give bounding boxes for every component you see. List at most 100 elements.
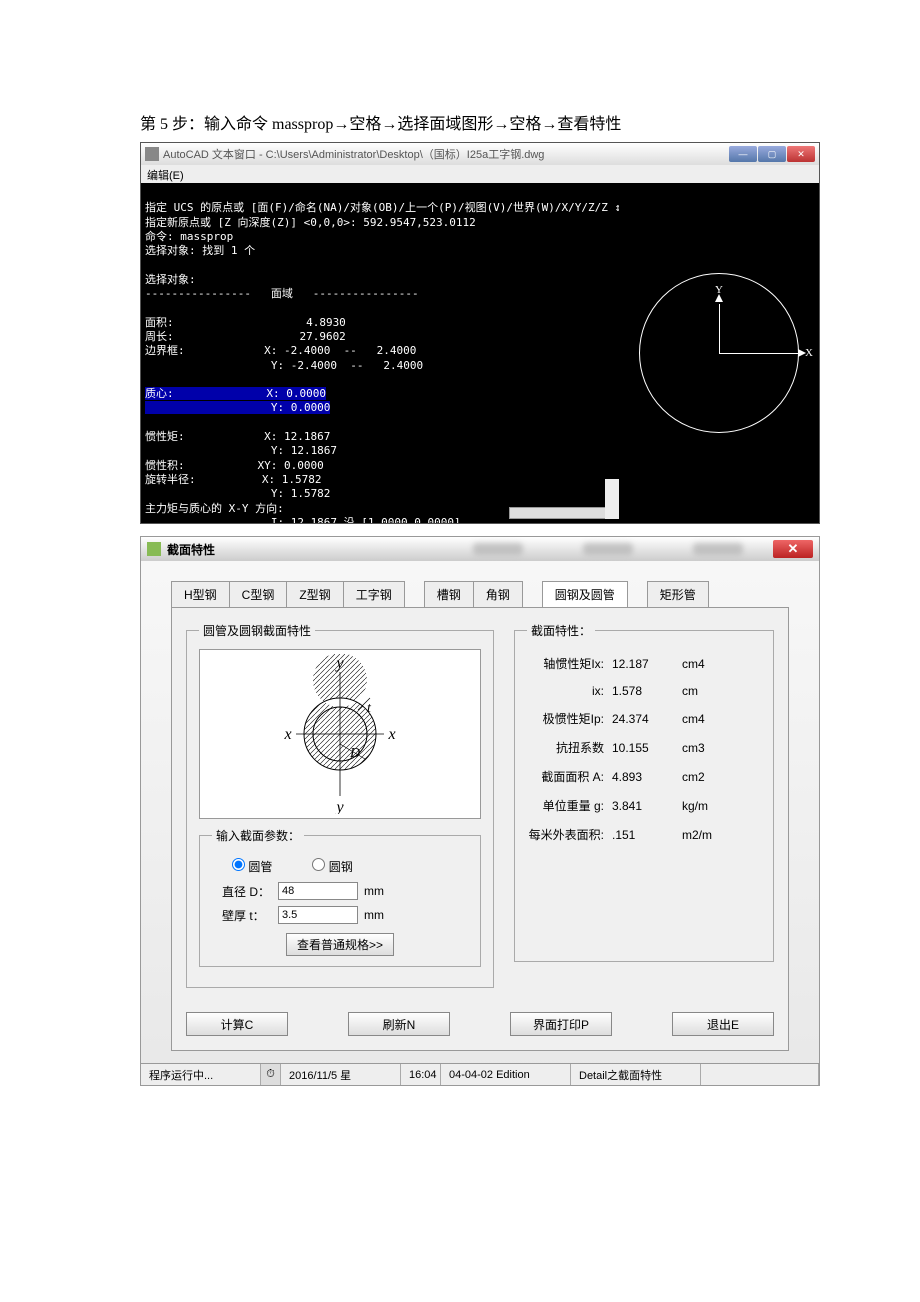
autocad-text-window: AutoCAD 文本窗口 - C:\Users\Administrator\De… [140,142,820,524]
status-date: 2016/11/5 星 [281,1064,401,1085]
property-row: ix: cm [527,678,761,704]
prop-value [612,770,682,784]
blurred-region [473,543,523,555]
radio-pipe-label: 圆管 [248,860,272,874]
exit-button[interactable]: 退出E [672,1012,774,1036]
prop-label: 每米外表面积: [527,826,612,843]
property-row: 截面面积 A: cm2 [527,762,761,791]
props-window-title: 截面特性 [167,541,443,558]
svg-text:x: x [387,726,395,743]
property-row: 抗扭系数 cm3 [527,733,761,762]
prop-unit: cm [682,684,732,698]
view-spec-button[interactable]: 查看普通规格>> [286,933,394,956]
blurred-region [693,543,743,555]
radio-was-solid[interactable]: 圆钢 [312,858,352,875]
tab-z-steel[interactable]: Z型钢 [286,581,343,607]
status-bar: 程序运行中... ⏱ 2016/11/5 星 16:04 04-04-02 Ed… [141,1063,819,1085]
refresh-button[interactable]: 刷新N [348,1012,450,1036]
prop-label: ix: [527,684,612,698]
minimize-button[interactable]: — [729,146,757,162]
calculate-button[interactable]: 计算C [186,1012,288,1036]
acad-text-output[interactable]: 指定 UCS 的原点或 [面(F)/命名(NA)/对象(OB)/上一个(P)/视… [141,183,619,523]
text-block-1: 指定 UCS 的原点或 [面(F)/命名(NA)/对象(OB)/上一个(P)/视… [145,201,619,371]
props-app-icon [147,542,161,556]
radio-was-pipe[interactable]: 圆管 [232,858,272,875]
highlighted-centroid: 质心: X: 0.0000 Y: 0.0000 [145,387,330,414]
thickness-input[interactable] [278,906,358,924]
props-titlebar: 截面特性 ✕ [141,537,819,561]
acad-drawing-area[interactable]: Y X [619,183,819,523]
acad-titlebar: AutoCAD 文本窗口 - C:\Users\Administrator\De… [141,143,819,165]
property-row: 极惯性矩Ip: cm4 [527,704,761,733]
acad-window-title: AutoCAD 文本窗口 - C:\Users\Administrator\De… [163,146,728,162]
prop-label: 截面面积 A: [527,768,612,785]
tab-c-steel[interactable]: C型钢 [229,581,288,607]
acad-app-icon [145,147,159,161]
prop-unit: cm2 [682,770,732,784]
unit-mm: mm [364,884,394,898]
property-row: 单位重量 g: kg/m [527,791,761,820]
maximize-button[interactable]: ▢ [758,146,786,162]
prop-unit: cm3 [682,741,732,755]
x-axis-line [719,353,799,354]
radio-solid[interactable] [312,858,325,871]
props-close-button[interactable]: ✕ [773,540,813,558]
status-time: 16:04 [401,1064,441,1085]
circle-geometry: Y X [639,273,799,433]
prop-unit: kg/m [682,799,732,813]
radio-pipe[interactable] [232,858,245,871]
status-running: 程序运行中... [141,1064,261,1085]
vertical-scrollbar[interactable] [605,479,619,519]
svg-text:y: y [334,799,344,814]
input-params-legend: 输入截面参数： [212,827,304,844]
pipe-section-legend: 圆管及圆钢截面特性 [199,622,315,639]
y-arrow-icon [715,294,723,302]
diameter-label: 直径 D： [222,883,272,900]
pipe-section-group: 圆管及圆钢截面特性 y y x x t D [186,622,494,988]
y-axis-line [719,304,720,354]
prop-value [612,684,682,698]
prop-value [612,828,682,842]
thickness-label: 壁厚 t： [222,907,272,924]
prop-unit: cm4 [682,712,732,726]
tab-round-pipe[interactable]: 圆钢及圆管 [542,581,628,607]
section-props-legend: 截面特性： [527,622,595,639]
radio-solid-label: 圆钢 [329,860,353,874]
prop-value [612,799,682,813]
tab-rect-pipe[interactable]: 矩形管 [647,581,709,607]
status-empty [701,1064,819,1085]
prop-label: 轴惯性矩Ix: [527,655,612,672]
tab-channel[interactable]: 槽钢 [424,581,474,607]
prop-value [612,712,682,726]
acad-menu-bar[interactable]: 编辑(E) [141,165,819,183]
status-edition: 04-04-02 Edition [441,1064,571,1085]
prop-label: 极惯性矩Ip: [527,710,612,727]
svg-text:x: x [283,726,291,743]
status-detail: Detail之截面特性 [571,1064,701,1085]
section-diagram: y y x x t D [199,649,481,819]
horizontal-scrollbar[interactable] [509,507,609,519]
property-row: 轴惯性矩Ix: cm4 [527,649,761,678]
prop-unit: m2/m [682,828,732,842]
tab-i-steel[interactable]: 工字钢 [343,581,405,607]
unit-mm: mm [364,908,394,922]
prop-value [612,741,682,755]
diameter-input[interactable] [278,882,358,900]
blurred-region [583,543,633,555]
property-row: 每米外表面积: m2/m [527,820,761,849]
section-props-group: 截面特性： 轴惯性矩Ix: cm4 ix: cm 极惯性矩Ip: cm4 抗扭系数 cm3 截面… [514,622,774,962]
section-properties-window: 截面特性 ✕ H型钢 C型钢 Z型钢 工字钢 槽钢 角钢 圆钢及圆管 矩形管 [140,536,820,1086]
tab-angle[interactable]: 角钢 [473,581,523,607]
text-block-2: 惯性矩: X: 12.1867 Y: 12.1867 惯性积: XY: 0.00… [145,430,461,523]
close-button[interactable]: ✕ [787,146,815,162]
prop-label: 抗扭系数 [527,739,612,756]
prop-unit: cm4 [682,657,732,671]
prop-value [612,657,682,671]
clock-icon: ⏱ [261,1064,281,1085]
prop-label: 单位重量 g: [527,797,612,814]
tab-bar: H型钢 C型钢 Z型钢 工字钢 槽钢 角钢 圆钢及圆管 矩形管 [171,581,789,607]
tab-h-steel[interactable]: H型钢 [171,581,230,607]
print-button[interactable]: 界面打印P [510,1012,612,1036]
pipe-diagram-svg: y y x x t D [270,654,410,814]
x-axis-label: X [805,347,813,359]
